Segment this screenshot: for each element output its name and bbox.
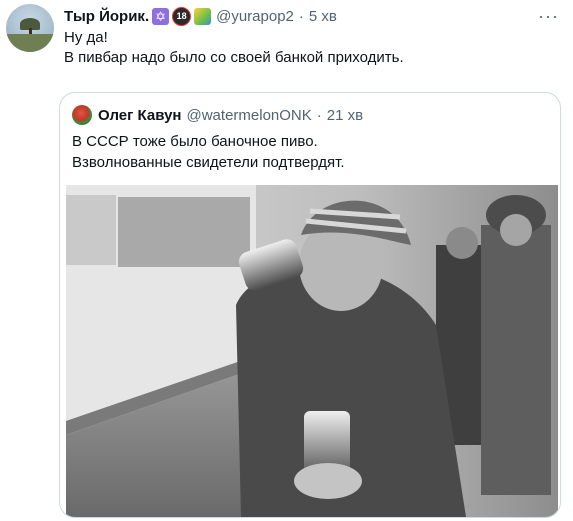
quoted-tweet[interactable]: Олег Кавун @watermelonONK · 21 хв В СССР… — [59, 92, 561, 518]
quoted-author-handle[interactable]: @watermelonONK — [187, 107, 312, 124]
separator-dot: · — [298, 7, 304, 25]
tweet-text: Ну да! В пивбар надо было со своей банко… — [64, 28, 404, 68]
tweet-time[interactable]: 5 хв — [309, 8, 337, 25]
no-under-18-icon: 18 — [172, 6, 192, 26]
author-name[interactable]: Тыр Йорик. — [64, 8, 149, 25]
quoted-text-line-2: Взволнованные свидетели подтвердят. — [72, 154, 345, 171]
tweet-header: Тыр Йорик. ✡ 18 @yurapop2 · 5 хв — [64, 6, 533, 26]
star-of-david-icon: ✡ — [152, 7, 170, 25]
quoted-separator-dot: · — [316, 106, 322, 124]
quoted-tweet-time[interactable]: 21 хв — [327, 107, 363, 124]
quoted-tweet-text: В СССР тоже было баночное пиво. Взволнов… — [72, 131, 345, 173]
background-person-2 — [481, 225, 551, 495]
kiosk-window — [118, 197, 250, 267]
avatar-ground-shape — [6, 34, 54, 52]
tweet-text-line-2: В пивбар надо было со своей банкой прихо… — [64, 49, 404, 66]
quoted-author-avatar[interactable] — [72, 105, 92, 125]
author-avatar[interactable] — [6, 4, 54, 52]
background-person-1-head — [446, 227, 478, 259]
background-person-2-face — [500, 214, 532, 246]
quoted-author-name[interactable]: Олег Кавун — [98, 107, 182, 124]
main-person-hand — [294, 463, 362, 499]
quoted-text-line-1: В СССР тоже было баночное пиво. — [72, 133, 318, 150]
quoted-tweet-header: Олег Кавун @watermelonONK · 21 хв — [72, 105, 363, 125]
quoted-photo[interactable] — [66, 185, 558, 517]
tweet-text-line-1: Ну да! — [64, 29, 108, 46]
picture-icon — [194, 7, 212, 25]
kiosk-sign — [66, 195, 116, 265]
more-options-icon[interactable]: ··· — [538, 6, 559, 27]
author-handle[interactable]: @yurapop2 — [216, 8, 294, 25]
